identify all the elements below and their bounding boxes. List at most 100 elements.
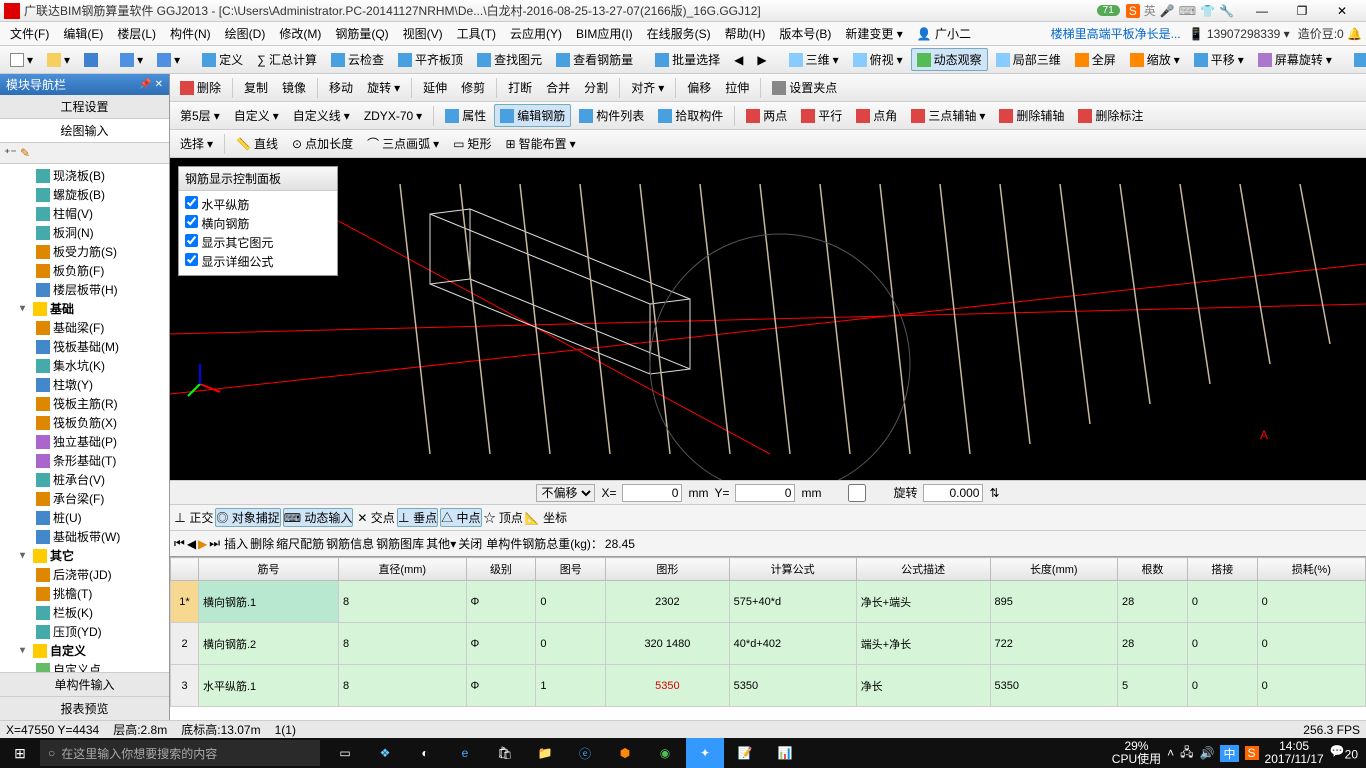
pickcomp-button[interactable]: 拾取构件	[652, 104, 729, 127]
tree-item[interactable]: 条形基础(T)	[2, 451, 167, 470]
complist-button[interactable]: 构件列表	[573, 104, 650, 127]
undo-button[interactable]: ▾	[114, 50, 149, 70]
fullscreen-button[interactable]: 全屏	[1069, 48, 1122, 71]
tree-item[interactable]: 板受力筋(S)	[2, 242, 167, 261]
edge-icon[interactable]: e	[446, 738, 484, 768]
redo-button[interactable]: ▾	[151, 50, 186, 70]
grid-header[interactable]: 图形	[606, 558, 730, 581]
app-icon-2[interactable]: ◐	[406, 738, 444, 768]
menu-cloud[interactable]: 云应用(Y)	[504, 23, 568, 44]
other-button[interactable]: 其他▾	[426, 535, 456, 552]
display-checkbox[interactable]: 水平纵筋	[185, 195, 331, 214]
cpu-meter[interactable]: 29%CPU使用	[1112, 740, 1161, 766]
x-input[interactable]	[622, 484, 682, 502]
vertex-toggle[interactable]: ☆ 顶点	[484, 509, 523, 526]
minimize-button[interactable]: —	[1242, 1, 1282, 21]
app-icon-6[interactable]: 📝	[726, 738, 764, 768]
menu-rebar[interactable]: 钢筋量(Q)	[329, 23, 394, 44]
split-button[interactable]: 分割	[578, 76, 614, 99]
tree-item[interactable]: ▾其它	[2, 546, 167, 565]
delete-button[interactable]: 删除	[174, 76, 227, 99]
tree-item[interactable]: ▾基础	[2, 299, 167, 318]
layer-select[interactable]: 自定义 ▾	[228, 104, 285, 127]
ie-icon[interactable]: ⓔ	[566, 738, 604, 768]
define-button[interactable]: 定义	[196, 48, 249, 71]
grid-header[interactable]: 计算公式	[729, 558, 856, 581]
display-checkbox[interactable]: 显示其它图元	[185, 233, 331, 252]
ortho-toggle[interactable]: ⊥ 正交	[174, 509, 213, 526]
grid-header[interactable]: 筋号	[199, 558, 339, 581]
note-link[interactable]: 楼梯里高端平板净长是...	[1051, 25, 1181, 42]
select-button[interactable]: 选择 ▾	[174, 132, 219, 155]
tree-item[interactable]: 楼层板带(H)	[2, 280, 167, 299]
menu-version[interactable]: 版本号(B)	[773, 23, 837, 44]
maximize-button[interactable]: ❐	[1282, 1, 1322, 21]
grid-header[interactable]: 公式描述	[856, 558, 990, 581]
open-button[interactable]: ▾	[41, 50, 76, 70]
align-button[interactable]: 对齐▾	[625, 76, 670, 99]
tree-item[interactable]: 承台梁(F)	[2, 489, 167, 508]
tree-item[interactable]: 自定义点	[2, 660, 167, 672]
rotate-button[interactable]: 旋转▾	[361, 76, 406, 99]
tray-up-icon[interactable]: ˄	[1167, 746, 1174, 760]
arc3-button[interactable]: ⌒ 三点画弧 ▾	[361, 132, 445, 155]
close-grid-button[interactable]: 关闭	[458, 535, 482, 552]
grid-header[interactable]: 长度(mm)	[990, 558, 1118, 581]
nav-prev[interactable]: ◀	[187, 537, 196, 551]
offset-select[interactable]: 不偏移	[536, 484, 595, 502]
attr-button[interactable]: 属性	[439, 104, 492, 127]
ime-logo-icon[interactable]: S	[1126, 4, 1140, 18]
display-checkbox[interactable]: 横向钢筋	[185, 214, 331, 233]
trim-button[interactable]: 修剪	[455, 76, 491, 99]
app-icon-3[interactable]: ⬢	[606, 738, 644, 768]
tree-item[interactable]: 筏板基础(M)	[2, 337, 167, 356]
menu-online[interactable]: 在线服务(S)	[641, 23, 717, 44]
menu-modify[interactable]: 修改(M)	[273, 23, 327, 44]
tree-item[interactable]: 板负筋(F)	[2, 261, 167, 280]
merge-button[interactable]: 合并	[540, 76, 576, 99]
prev-button[interactable]: ◀	[728, 50, 749, 70]
stepper-icon[interactable]: ⇅	[989, 486, 999, 500]
grid-row[interactable]: 3水平纵筋.18Φ153505350净长5350500	[171, 665, 1366, 707]
screenrot-button[interactable]: 屏幕旋转▾	[1252, 48, 1338, 71]
tree-item[interactable]: 基础梁(F)	[2, 318, 167, 337]
tree-item[interactable]: ▾自定义	[2, 641, 167, 660]
findgraph-button[interactable]: 查找图元	[471, 48, 548, 71]
tree-item[interactable]: 挑檐(T)	[2, 584, 167, 603]
ime-skin-icon[interactable]: 👕	[1200, 4, 1215, 18]
grid-header[interactable]: 搭接	[1187, 558, 1257, 581]
tray-notifications[interactable]: 💬20	[1330, 744, 1358, 761]
next-button[interactable]: ▶	[751, 50, 772, 70]
nav-last[interactable]: ⏭	[209, 536, 220, 551]
menu-file[interactable]: 文件(F)	[4, 23, 55, 44]
tray-vol-icon[interactable]: 🔊	[1200, 746, 1215, 760]
menu-help[interactable]: 帮助(H)	[719, 23, 772, 44]
explorer-icon[interactable]: 📁	[526, 738, 564, 768]
grid-header[interactable]: 直径(mm)	[339, 558, 467, 581]
expand-icon[interactable]: ⁺⁻	[4, 146, 17, 160]
tree-item[interactable]: 集水坑(K)	[2, 356, 167, 375]
grid-header[interactable]	[171, 558, 199, 581]
app-icon-4[interactable]: ◉	[646, 738, 684, 768]
tree-item[interactable]: 压顶(YD)	[2, 622, 167, 641]
user-button[interactable]: 👤 广小二	[911, 23, 977, 44]
line-button[interactable]: 📏 直线	[230, 132, 284, 155]
notify-badge[interactable]: 71	[1097, 5, 1120, 16]
menu-draw[interactable]: 绘图(D)	[219, 23, 272, 44]
tray-clock[interactable]: 14:052017/11/17	[1265, 740, 1324, 766]
ime-tool-icon[interactable]: 🔧	[1219, 4, 1234, 18]
objsnap-toggle[interactable]: ◎ 对象捕捉	[215, 508, 280, 527]
extend-button[interactable]: 延伸	[417, 76, 453, 99]
display-checkbox[interactable]: 显示详细公式	[185, 252, 331, 271]
tab-draw-input[interactable]: 绘图输入	[0, 119, 169, 143]
batchsel-button[interactable]: 批量选择	[649, 48, 726, 71]
nav-first[interactable]: ⏮	[174, 536, 185, 551]
ptangle-button[interactable]: 点角	[850, 104, 903, 127]
close-button[interactable]: ✕	[1322, 1, 1362, 21]
store-icon[interactable]: 🛍	[486, 738, 524, 768]
tree-item[interactable]: 栏板(K)	[2, 603, 167, 622]
offset-button[interactable]: 偏移	[681, 76, 717, 99]
setclamp-button[interactable]: 设置夹点	[766, 76, 843, 99]
app-icon-1[interactable]: ❖	[366, 738, 404, 768]
3d-button[interactable]: 三维▾	[783, 48, 845, 71]
